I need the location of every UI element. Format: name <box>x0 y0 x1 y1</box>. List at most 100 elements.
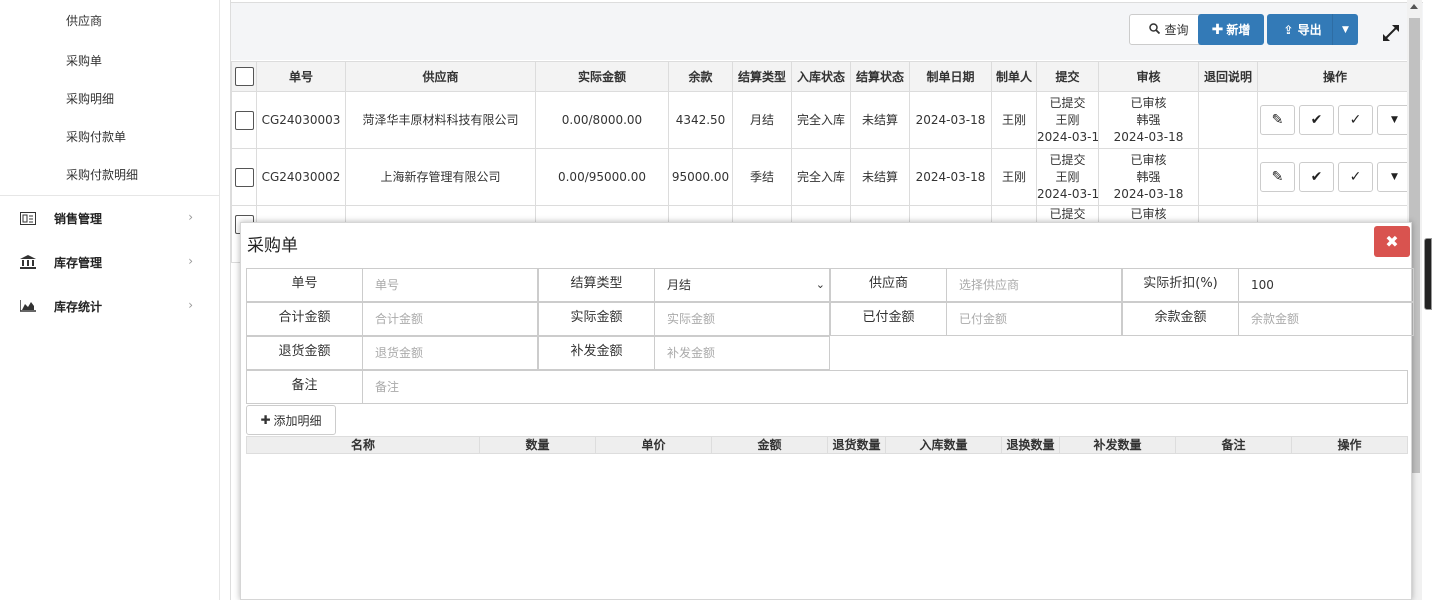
check-icon[interactable]: ✔ <box>1299 105 1334 135</box>
column-header: 补发数量 <box>1060 437 1176 453</box>
actual-amount-field: 实际金额 实际金额 <box>538 302 830 336</box>
edit-icon[interactable]: ✎ <box>1260 162 1295 192</box>
sidebar-item-supplier[interactable]: 供应商 <box>0 0 219 40</box>
column-header[interactable]: 实际金额 <box>535 61 669 92</box>
column-header: 单价 <box>596 437 712 453</box>
row-select-cell <box>231 91 257 149</box>
avatar <box>1424 238 1432 310</box>
column-header[interactable]: 结算状态 <box>850 61 910 92</box>
sidebar-item-purchase-order[interactable]: 采购单 <box>0 40 219 78</box>
return-amount-input[interactable]: 退货金额 <box>363 337 537 369</box>
audit-user: 韩强 <box>1136 112 1161 127</box>
audit-cell: 已审核 韩强 2024-03-18 <box>1098 91 1199 149</box>
column-header[interactable]: 提交 <box>1036 61 1099 92</box>
order-no-field: 单号 单号 <box>246 268 538 302</box>
submit-status: 已提交 <box>1049 207 1086 221</box>
balance-amount-input[interactable]: 余款金额 <box>1239 303 1413 335</box>
column-header[interactable]: 退回说明 <box>1198 61 1258 92</box>
submit-user: 王刚 <box>1055 169 1080 184</box>
export-label: 导出 <box>1297 23 1322 37</box>
sidebar-item-sales[interactable]: 销售管理 › <box>0 196 219 240</box>
remark-input[interactable]: 备注 <box>363 371 1407 403</box>
total-amount-input[interactable]: 合计金额 <box>363 303 537 335</box>
field-label: 实际金额 <box>539 303 655 335</box>
close-icon[interactable]: ✖ <box>1374 226 1410 257</box>
field-label: 退货金额 <box>247 337 363 369</box>
submit-cell: 已提交 王刚 2024-03-18 <box>1036 148 1099 206</box>
submit-cell: 已提交 王刚 2024-03-18 <box>1036 91 1099 149</box>
actual-amount-cell: 0.00/8000.00 <box>535 91 669 149</box>
column-header[interactable]: 审核 <box>1098 61 1199 92</box>
paid-amount-input[interactable]: 已付金额 <box>947 303 1121 335</box>
return-amount-field: 退货金额 退货金额 <box>246 336 538 370</box>
column-header[interactable]: 余款 <box>668 61 733 92</box>
row-checkbox[interactable] <box>234 167 254 187</box>
supplier-cell: 菏泽华丰原材料科技有限公司 <box>345 91 536 149</box>
check-icon[interactable]: ✔ <box>1299 162 1334 192</box>
sidebar-item-inventory[interactable]: 库存管理 › <box>0 240 219 284</box>
settle-type-field: 结算类型 月结 ⌄ <box>538 268 830 302</box>
column-header[interactable]: 制单人 <box>991 61 1037 92</box>
actions-cell: ✎ ✔ ✓ ▼ <box>1257 91 1413 149</box>
scroll-up-arrow[interactable] <box>1410 4 1418 9</box>
field-label: 结算类型 <box>539 269 655 301</box>
query-button[interactable]: 查询 <box>1129 14 1209 45</box>
form-row: 备注 备注 <box>246 370 1408 404</box>
audit-cell: 已审核 韩强 2024-03-18 <box>1098 148 1199 206</box>
query-label: 查询 <box>1164 23 1189 37</box>
approve-icon[interactable]: ✓ <box>1338 162 1373 192</box>
column-header[interactable]: 制单日期 <box>909 61 992 92</box>
order-no-input[interactable]: 单号 <box>363 269 537 301</box>
chevron-right-icon: › <box>188 210 193 224</box>
column-header[interactable]: 供应商 <box>345 61 536 92</box>
sales-icon <box>20 211 36 225</box>
sidebar-item-purchase-detail[interactable]: 采购明细 <box>0 78 219 116</box>
total-amount-field: 合计金额 合计金额 <box>246 302 538 336</box>
sidebar-item-purchase-payment[interactable]: 采购付款单 <box>0 116 219 154</box>
date-cell: 2024-03-18 <box>909 148 992 206</box>
supplier-cell: 上海新存管理有限公司 <box>345 148 536 206</box>
form-row: 退货金额 退货金额 补发金额 补发金额 <box>246 336 830 370</box>
table-row[interactable]: CG24030002 上海新存管理有限公司 0.00/95000.00 9500… <box>231 148 1413 206</box>
select-all-checkbox[interactable] <box>234 67 254 86</box>
audit-status: 已审核 <box>1130 95 1167 110</box>
submit-status: 已提交 <box>1049 152 1086 167</box>
purchase-order-dialog: 采购单 ✖ 单号 单号 结算类型 月结 ⌄ 供应商 选择供应商 实际折扣(%) … <box>240 222 1414 600</box>
column-header: 数量 <box>480 437 596 453</box>
settle-type-select[interactable]: 月结 ⌄ <box>655 269 829 301</box>
field-label: 供应商 <box>831 269 947 301</box>
column-header: 金额 <box>712 437 828 453</box>
table-row[interactable]: CG24030003 菏泽华丰原材料科技有限公司 0.00/8000.00 43… <box>231 91 1413 149</box>
balance-cell: 95000.00 <box>668 148 733 206</box>
row-select-cell <box>231 148 257 206</box>
approve-icon[interactable]: ✓ <box>1338 105 1373 135</box>
stock-status-cell: 完全入库 <box>791 148 851 206</box>
edit-icon[interactable]: ✎ <box>1260 105 1295 135</box>
column-header: 备注 <box>1176 437 1292 453</box>
field-label: 余款金额 <box>1123 303 1239 335</box>
table-header-row: 单号 供应商 实际金额 余款 结算类型 入库状态 结算状态 制单日期 制单人 提… <box>231 61 1413 92</box>
export-button[interactable]: ⇪ 导出 ▼ <box>1267 14 1358 45</box>
add-detail-button[interactable]: ✚ 添加明细 <box>246 405 336 435</box>
submit-status: 已提交 <box>1049 95 1086 110</box>
export-dropdown-toggle[interactable]: ▼ <box>1332 14 1358 45</box>
fullscreen-icon[interactable] <box>1381 23 1403 45</box>
actual-amount-input[interactable]: 实际金额 <box>655 303 829 335</box>
supplier-input[interactable]: 选择供应商 <box>947 269 1121 301</box>
discount-input[interactable]: 100 <box>1239 269 1413 301</box>
remark-field: 备注 备注 <box>246 370 1408 404</box>
stock-status-cell: 完全入库 <box>791 91 851 149</box>
field-label: 单号 <box>247 269 363 301</box>
sidebar-item-inventory-stats[interactable]: 库存统计 › <box>0 284 219 328</box>
column-header: 操作 <box>1337 438 1362 452</box>
column-header[interactable]: 入库状态 <box>791 61 851 92</box>
sidebar-item-label: 库存管理 <box>54 255 103 270</box>
sidebar-item-purchase-payment-detail[interactable]: 采购付款明细 <box>0 154 219 192</box>
column-header[interactable]: 结算类型 <box>732 61 792 92</box>
add-button[interactable]: ✚ 新增 <box>1198 14 1264 45</box>
row-checkbox[interactable] <box>234 110 254 130</box>
balance-cell: 4342.50 <box>668 91 733 149</box>
reissue-amount-input[interactable]: 补发金额 <box>655 337 829 369</box>
creator-cell: 王刚 <box>991 148 1037 206</box>
column-header[interactable]: 单号 <box>256 61 346 92</box>
